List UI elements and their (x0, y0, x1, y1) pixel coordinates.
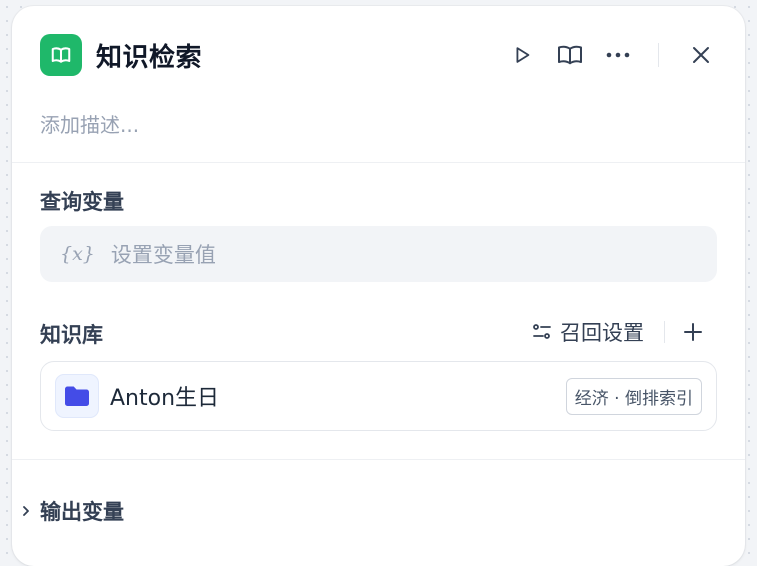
more-dots-icon (606, 52, 630, 58)
close-icon (693, 47, 709, 63)
recall-settings-label: 召回设置 (560, 321, 644, 345)
output-variable-label: 输出变量 (40, 500, 124, 524)
section-divider (12, 162, 745, 163)
play-icon (516, 47, 530, 63)
more-button[interactable] (602, 39, 634, 71)
chevron-right-icon (23, 506, 29, 516)
run-button[interactable] (506, 39, 538, 71)
description-input[interactable]: 添加描述... (40, 109, 139, 138)
knowledge-actions: 召回设置 (532, 316, 707, 348)
plus-icon (684, 323, 702, 341)
output-variable-toggle[interactable]: 输出变量 (20, 496, 124, 526)
query-variable-label: 查询变量 (40, 190, 124, 214)
knowledge-divider (664, 321, 665, 343)
docs-button[interactable] (554, 39, 586, 71)
recall-settings-button[interactable]: 召回设置 (532, 317, 644, 347)
section-divider-bottom (12, 459, 745, 460)
add-knowledge-button[interactable] (679, 318, 707, 346)
header-actions (506, 39, 717, 71)
folder-icon (55, 374, 99, 418)
knowledge-item-name: Anton生日 (110, 386, 220, 411)
header-divider (658, 43, 659, 67)
book-open-icon (40, 34, 82, 76)
book-icon (558, 45, 582, 65)
variable-icon: {x} (60, 243, 95, 265)
knowledge-item[interactable]: Anton生日 经济 · 倒排索引 (40, 361, 717, 431)
panel-header: 知识检索 (40, 34, 717, 76)
query-variable-placeholder: 设置变量值 (110, 243, 216, 267)
knowledge-base-label: 知识库 (40, 323, 103, 347)
query-variable-input[interactable]: {x} 设置变量值 (40, 226, 717, 282)
close-button[interactable] (685, 39, 717, 71)
settings-sliders-icon (533, 324, 551, 339)
node-panel: 知识检索 添加描述... 查询变量 {x} 设置变量值 知识库 召回设置 Ant… (12, 6, 745, 566)
node-title[interactable]: 知识检索 (96, 37, 202, 74)
knowledge-item-tag: 经济 · 倒排索引 (565, 377, 702, 415)
